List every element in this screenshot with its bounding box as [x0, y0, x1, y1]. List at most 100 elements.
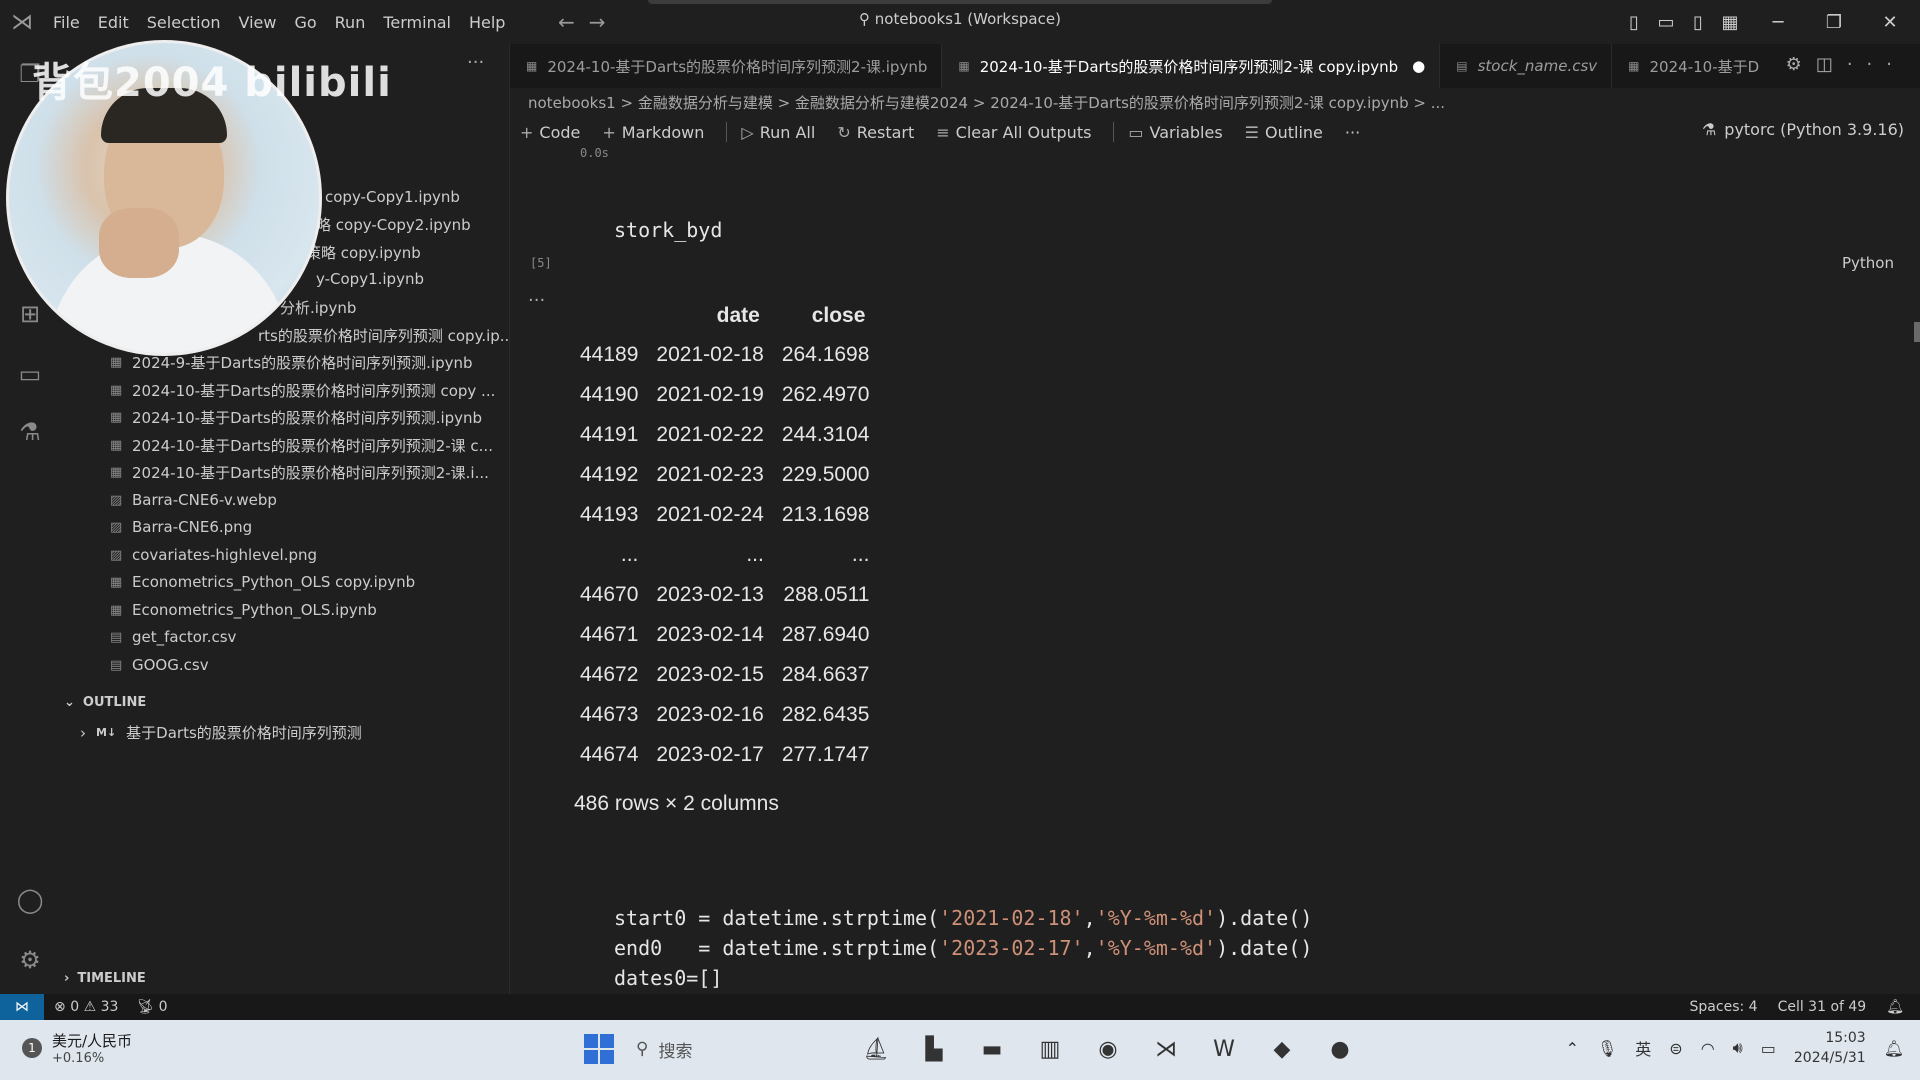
add-code-cell-button[interactable]: + Code	[520, 123, 580, 142]
testing-icon[interactable]: ⚗	[12, 414, 48, 450]
button-label: Restart	[856, 122, 915, 142]
outline-item[interactable]: › M↓ 基于Darts的股票价格时间序列预测	[80, 722, 362, 743]
more-actions-icon[interactable]: ···	[1847, 54, 1906, 75]
chevron-up-icon[interactable]: ⌃	[1566, 1039, 1579, 1058]
settings-gear-icon[interactable]: ⚙	[12, 942, 48, 978]
file-explorer-icon[interactable]: ▥	[1032, 1032, 1068, 1066]
widget-title: 美元/人民币	[52, 1032, 133, 1050]
file-item[interactable]: copy-Copy1.ipynb	[325, 184, 460, 210]
remote-indicator-icon[interactable]: ⋈	[0, 994, 44, 1020]
file-item[interactable]: ▦ Econometrics_Python_OLS copy.ipynb	[110, 569, 415, 595]
file-item[interactable]: ▨ Barra-CNE6.png	[110, 514, 252, 540]
problems-indicator[interactable]: ⊗ 0 ⚠ 33	[54, 999, 118, 1015]
next-code-line-1[interactable]: start0 = datetime.strptime('2021-02-18',…	[614, 906, 1312, 930]
app-tray-icon[interactable]: ⊜	[1669, 1039, 1682, 1058]
code-string: '%Y-%m-%d'	[1095, 906, 1217, 930]
menu-view[interactable]: View	[230, 13, 286, 32]
editor-scrollbar[interactable]	[1914, 322, 1920, 342]
next-code-line-2[interactable]: end0 = datetime.strptime('2023-02-17','%…	[614, 936, 1312, 960]
variables-button[interactable]: ▭ Variables	[1128, 123, 1222, 142]
split-editor-icon[interactable]: ◫	[1816, 54, 1847, 75]
app-icon-2[interactable]: ●	[1322, 1032, 1358, 1066]
file-item[interactable]: 略 copy-Copy2.ipynb	[316, 211, 471, 237]
kernel-picker[interactable]: ⚗ pytorc (Python 3.9.16)	[1702, 120, 1904, 139]
file-label: Barra-CNE6-v.webp	[132, 491, 277, 509]
menu-run[interactable]: Run	[326, 13, 375, 32]
widget-currency[interactable]: 1 美元/人民币 +0.16%	[22, 1030, 132, 1066]
menu-help[interactable]: Help	[460, 13, 514, 32]
start-button[interactable]	[584, 1034, 614, 1064]
file-item[interactable]: ▦ 2024-10-基于Darts的股票价格时间序列预测2-课 c...	[110, 432, 493, 458]
forward-arrow-icon[interactable]: →	[589, 10, 620, 34]
menu-edit[interactable]: Edit	[89, 13, 138, 32]
tab-notebook-2[interactable]: ▦ 2024-10-基于D	[1612, 44, 1773, 88]
menu-go[interactable]: Go	[285, 13, 325, 32]
indentation-indicator[interactable]: Spaces: 4	[1690, 999, 1758, 1015]
add-markdown-cell-button[interactable]: + Markdown	[602, 123, 704, 142]
file-item[interactable]: y-Copy1.ipynb	[316, 266, 424, 292]
file-item[interactable]: ▤ get_factor.csv	[110, 624, 236, 650]
command-center[interactable]: ⚲ notebooks1 (Workspace)	[648, 10, 1272, 28]
wps-app-icon[interactable]: W	[1206, 1032, 1242, 1066]
ports-indicator[interactable]: 📡︎ 0	[136, 999, 167, 1015]
back-arrow-icon[interactable]: ←	[558, 10, 589, 34]
code-cell[interactable]: stork_byd	[614, 218, 722, 242]
cell-language[interactable]: Python	[1842, 254, 1894, 272]
tab-stock-name-csv[interactable]: ▤ stock_name.csv	[1440, 44, 1613, 88]
file-item[interactable]: 策略 copy.ipynb	[306, 239, 421, 265]
run-all-button[interactable]: ▷ Run All	[741, 123, 815, 142]
ime-icon[interactable]: 英	[1635, 1036, 1651, 1060]
menu-file[interactable]: File	[44, 13, 89, 32]
next-code-line-3[interactable]: dates0=[]	[614, 966, 722, 990]
volume-icon[interactable]: 🔊︎	[1733, 1038, 1743, 1058]
app-icon[interactable]: ◆	[1264, 1032, 1300, 1066]
output-more-icon[interactable]: ···	[528, 290, 545, 311]
taskbar-search[interactable]: ⚲ 搜索	[636, 1037, 836, 1062]
more-actions-icon[interactable]: ···	[467, 52, 484, 73]
wifi-icon[interactable]: ◠	[1701, 1039, 1715, 1058]
file-item[interactable]: ▤ GOOG.csv	[110, 652, 209, 678]
breadcrumb[interactable]: notebooks1 > 金融数据分析与建模 > 金融数据分析与建模2024 >…	[528, 92, 1445, 113]
search-placeholder: 搜索	[658, 1041, 693, 1062]
csv-file-icon: ▤	[110, 629, 123, 645]
extensions-icon[interactable]: ⊞	[12, 296, 48, 332]
file-item[interactable]: ▦ 2024-10-基于Darts的股票价格时间序列预测.ipynb	[110, 404, 482, 430]
accounts-icon[interactable]: ◯	[12, 882, 48, 918]
file-item[interactable]: ▦ 2024-10-基于Darts的股票价格时间序列预测2-课.i...	[110, 459, 489, 485]
more-toolbar-button[interactable]: ···	[1345, 123, 1360, 142]
outline-section-header[interactable]: ⌄ OUTLINE	[64, 695, 146, 710]
tab-notebook-copy[interactable]: ▦ 2024-10-基于Darts的股票价格时间序列预测2-课 copy.ipyn…	[942, 44, 1441, 88]
terminal-app-icon[interactable]: ▬	[974, 1032, 1010, 1066]
widget-app-icon[interactable]: ⛵︎	[858, 1032, 894, 1066]
microphone-icon[interactable]: 🎙︎	[1597, 1039, 1617, 1058]
restart-button[interactable]: ↻ Restart	[837, 123, 914, 142]
file-item[interactable]: 分析.ipynb	[280, 294, 356, 320]
battery-icon[interactable]: ▭	[1761, 1039, 1776, 1058]
notification-icon[interactable]: 🔔︎	[1884, 1039, 1904, 1058]
restore-button[interactable]: ❐	[1806, 0, 1862, 44]
file-item[interactable]: ▨ covariates-highlevel.png	[110, 542, 317, 568]
vscode-app-icon[interactable]: ⋊	[1148, 1032, 1184, 1066]
file-item[interactable]: ▨ Barra-CNE6-v.webp	[110, 487, 277, 513]
tab-notebook[interactable]: ▦ 2024-10-基于Darts的股票价格时间序列预测2-课.ipynb	[510, 44, 943, 88]
date-cell: 2021-02-23	[656, 462, 764, 486]
clear-outputs-button[interactable]: ≡ Clear All Outputs	[936, 123, 1091, 142]
timeline-section-header[interactable]: › TIMELINE	[64, 971, 146, 986]
file-item[interactable]: ▦ Econometrics_Python_OLS.ipynb	[110, 597, 377, 623]
cell-indicator[interactable]: Cell 31 of 49	[1778, 999, 1867, 1015]
notifications-bell-icon[interactable]: 🔔︎	[1886, 999, 1904, 1015]
outline-button[interactable]: ☰ Outline	[1245, 123, 1323, 142]
remote-explorer-icon[interactable]: ▭	[12, 356, 48, 392]
file-item[interactable]: ▦ 2024-10-基于Darts的股票价格时间序列预测 copy ...	[110, 377, 495, 403]
file-label: 2024-10-基于Darts的股票价格时间序列预测2-课.i...	[132, 463, 489, 482]
gear-icon[interactable]: ⚙	[1786, 54, 1816, 75]
close-button[interactable]: ✕	[1862, 0, 1918, 44]
menu-selection[interactable]: Selection	[138, 13, 230, 32]
minimize-button[interactable]: ─	[1750, 0, 1806, 44]
menu-terminal[interactable]: Terminal	[374, 13, 460, 32]
chrome-app-icon[interactable]: ◉	[1090, 1032, 1126, 1066]
task-view-icon[interactable]: ▙	[916, 1032, 952, 1066]
unsaved-dot-icon[interactable]: ●	[1412, 57, 1425, 75]
file-item[interactable]: rts的股票价格时间序列预测 copy.ip...	[258, 322, 514, 348]
clock[interactable]: 15:03 2024/5/31	[1794, 1028, 1866, 1068]
